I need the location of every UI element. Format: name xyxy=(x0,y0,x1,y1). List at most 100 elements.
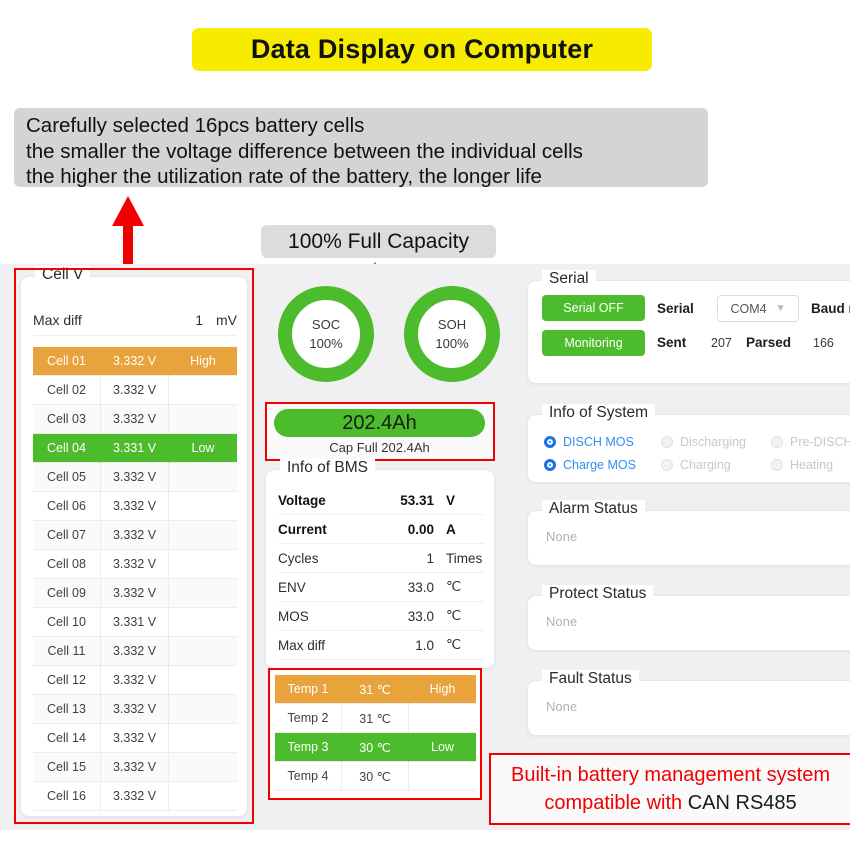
system-status-pre-disch[interactable]: Pre-DISCH xyxy=(771,435,850,449)
bms-info-label: Cycles xyxy=(278,550,319,566)
cell-row[interactable]: Cell 14 3.332 V xyxy=(33,724,237,753)
cell-row[interactable]: Cell 16 3.332 V xyxy=(33,782,237,811)
temperature-row[interactable]: Temp 3 30 ℃ Low xyxy=(275,733,477,762)
soc-gauge-title: SOC xyxy=(311,317,341,332)
serial-port-select[interactable]: COM4 ▼ xyxy=(717,295,799,322)
temperature-value: 31 ℃ xyxy=(342,704,409,733)
cell-row[interactable]: Cell 03 3.332 V xyxy=(33,405,237,434)
note-line-2-red: compatible with xyxy=(544,792,688,814)
bms-info-row: Cycles 1 Times xyxy=(278,544,484,573)
note-line-2: compatible with CAN RS485 xyxy=(491,789,850,817)
cell-row[interactable]: Cell 09 3.332 V xyxy=(33,579,237,608)
temperature-value: 30 ℃ xyxy=(342,733,409,762)
alarm-status-panel-legend: Alarm Status xyxy=(542,500,645,518)
baud-rate-label: Baud r xyxy=(811,301,850,316)
bms-info-row: Current 0.00 A xyxy=(278,515,484,544)
cell-name: Cell 16 xyxy=(33,782,101,811)
description-line-1: Carefully selected 16pcs battery cells xyxy=(26,114,365,137)
serial-panel: Serial Serial OFF Monitoring Serial COM4… xyxy=(527,270,850,384)
cell-voltage-panel-legend: Cell V xyxy=(35,266,91,284)
cell-voltage-table: Cell 01 3.332 V High Cell 02 3.332 V Cell 03 3… xyxy=(33,347,237,811)
cell-row[interactable]: Cell 15 3.332 V xyxy=(33,753,237,782)
protect-status-value: None xyxy=(546,614,578,629)
description-callout: Carefully selected 16pcs battery cells t… xyxy=(14,108,708,188)
bms-info-row: ENV 33.0 ℃ xyxy=(278,573,484,602)
system-status-charge-mos[interactable]: Charge MOS xyxy=(544,458,636,472)
cell-max-diff-unit: mV xyxy=(216,312,237,328)
system-status-disch-mos[interactable]: DISCH MOS xyxy=(544,435,634,449)
parsed-value: 166 xyxy=(813,336,834,350)
bms-info-unit: A xyxy=(446,521,456,537)
serial-off-button[interactable]: Serial OFF xyxy=(542,295,645,321)
temperature-row[interactable]: Temp 2 31 ℃ xyxy=(275,704,477,733)
capacity-sub-text: Cap Full 202.4Ah xyxy=(329,440,430,455)
bms-info-value: 0.00 xyxy=(407,521,434,537)
bms-info-unit: ℃ xyxy=(446,637,462,652)
cell-voltage: 3.332 V xyxy=(101,521,169,550)
system-status-discharging[interactable]: Discharging xyxy=(661,435,746,449)
temperature-tag: Low xyxy=(409,733,476,762)
temperature-row[interactable]: Temp 1 31 ℃ High xyxy=(275,675,477,704)
bms-info-unit: V xyxy=(446,492,456,508)
system-status-label: Pre-DISCH xyxy=(790,435,850,449)
system-info-panel: Info of System DISCH MOS Charge MOS Disc… xyxy=(527,404,850,483)
cell-row[interactable]: Cell 02 3.332 V xyxy=(33,376,237,405)
cell-name: Cell 13 xyxy=(33,695,101,724)
cell-name: Cell 04 xyxy=(33,434,101,463)
cell-tag xyxy=(169,521,237,550)
cell-voltage: 3.332 V xyxy=(101,347,169,376)
cell-name: Cell 07 xyxy=(33,521,101,550)
radio-icon xyxy=(771,436,783,448)
alarm-status-value: None xyxy=(546,529,578,544)
cell-name: Cell 06 xyxy=(33,492,101,521)
cell-row[interactable]: Cell 12 3.332 V xyxy=(33,666,237,695)
monitoring-button[interactable]: Monitoring xyxy=(542,330,645,356)
full-capacity-callout: 100% Full Capacity xyxy=(261,225,496,258)
cell-name: Cell 02 xyxy=(33,376,101,405)
cell-row[interactable]: Cell 11 3.332 V xyxy=(33,637,237,666)
cell-tag xyxy=(169,695,237,724)
bms-info-label: MOS xyxy=(278,608,309,624)
cell-name: Cell 05 xyxy=(33,463,101,492)
bms-info-row: Max diff 1.0 ℃ xyxy=(278,631,484,660)
soc-gauge-ring: SOC 100% xyxy=(278,286,374,382)
bms-info-label: Current xyxy=(278,521,327,537)
radio-icon xyxy=(544,436,556,448)
cell-tag xyxy=(169,724,237,753)
cell-max-diff-label: Max diff xyxy=(33,312,82,328)
cell-name: Cell 10 xyxy=(33,608,101,637)
cell-row[interactable]: Cell 06 3.332 V xyxy=(33,492,237,521)
cell-row[interactable]: Cell 04 3.331 V Low xyxy=(33,434,237,463)
serial-panel-legend: Serial xyxy=(542,270,596,288)
cell-row[interactable]: Cell 08 3.332 V xyxy=(33,550,237,579)
cell-row[interactable]: Cell 10 3.331 V xyxy=(33,608,237,637)
cell-max-diff-value: 1 xyxy=(195,312,203,328)
system-status-charging[interactable]: Charging xyxy=(661,458,731,472)
temperature-row[interactable]: Temp 4 30 ℃ xyxy=(275,762,477,791)
bms-info-unit: ℃ xyxy=(446,608,462,623)
cell-row[interactable]: Cell 01 3.332 V High xyxy=(33,347,237,376)
cell-voltage-panel: Cell V Max diff 1 mV Cell 01 3.332 V High C… xyxy=(20,266,248,817)
bms-info-value: 1.0 xyxy=(415,637,434,653)
cell-row[interactable]: Cell 07 3.332 V xyxy=(33,521,237,550)
soh-gauge-value: 100% xyxy=(435,336,469,351)
cell-row[interactable]: Cell 13 3.332 V xyxy=(33,695,237,724)
temperature-table: Temp 1 31 ℃ High Temp 2 31 ℃ Temp 3 30 ℃ Low Tem… xyxy=(275,675,477,791)
bms-info-unit: ℃ xyxy=(446,579,462,594)
bms-info-value: 33.0 xyxy=(407,608,434,624)
system-status-label: DISCH MOS xyxy=(563,435,634,449)
system-status-label: Heating xyxy=(790,458,834,472)
highlight-box-temperature: Temp 1 31 ℃ High Temp 2 31 ℃ Temp 3 30 ℃ Low Tem… xyxy=(268,668,482,800)
note-line-2-black: CAN RS485 xyxy=(687,792,797,814)
system-status-heating[interactable]: Heating xyxy=(771,458,833,472)
bms-info-label: Max diff xyxy=(278,637,326,653)
cell-name: Cell 03 xyxy=(33,405,101,434)
cell-voltage: 3.332 V xyxy=(101,376,169,405)
radio-icon xyxy=(771,459,783,471)
cell-row[interactable]: Cell 05 3.332 V xyxy=(33,463,237,492)
cell-tag xyxy=(169,550,237,579)
cell-voltage: 3.332 V xyxy=(101,463,169,492)
arrow-head xyxy=(112,196,144,226)
temperature-value: 31 ℃ xyxy=(342,675,409,704)
cell-tag xyxy=(169,492,237,521)
